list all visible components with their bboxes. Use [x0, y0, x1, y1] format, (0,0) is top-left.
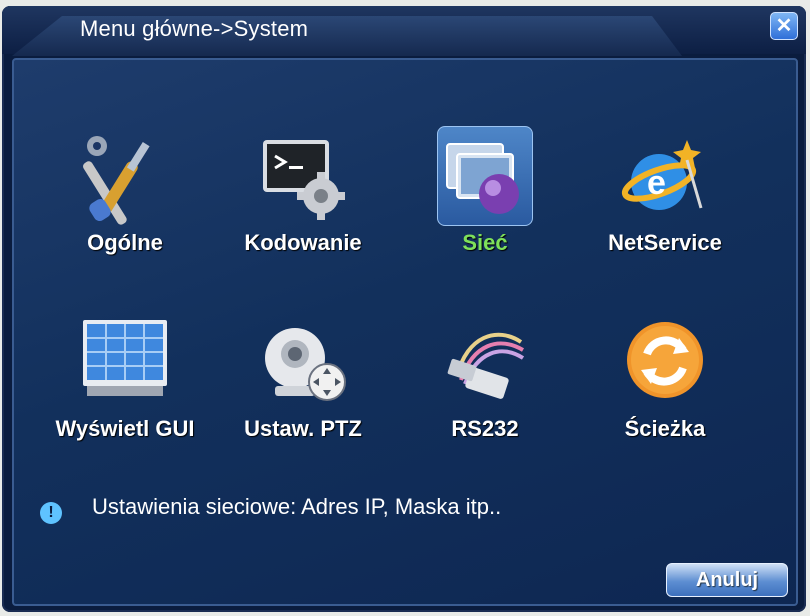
menu-item-netservice[interactable]: e NetService	[580, 130, 750, 280]
status-bar: ! Ustawienia sieciowe: Adres IP, Maska i…	[40, 494, 740, 534]
menu-item-label: Kodowanie	[244, 230, 362, 255]
menu-item-label: NetService	[608, 230, 722, 255]
menu-item-label: Ścieżka	[624, 416, 706, 441]
rs232-cable-icon	[437, 316, 533, 412]
close-button[interactable]: ✕	[770, 12, 798, 40]
menu-item-kodowanie[interactable]: Kodowanie	[218, 130, 388, 280]
menu-item-rs232[interactable]: RS232	[400, 316, 570, 466]
svg-text:e: e	[647, 164, 666, 202]
status-text: Ustawienia sieciowe: Adres IP, Maska itp…	[92, 494, 502, 519]
globe-service-icon: e	[617, 130, 713, 226]
terminal-gear-icon	[255, 130, 351, 226]
menu-item-siec[interactable]: Sieć	[400, 126, 570, 280]
window-title: Menu główne->System	[80, 16, 309, 41]
ptz-camera-icon	[255, 316, 351, 412]
menu-item-label: Ustaw. PTZ	[244, 416, 362, 441]
menu-item-sciezka[interactable]: Ścieżka	[580, 316, 750, 466]
display-grid-icon	[77, 316, 173, 412]
network-monitors-icon	[437, 130, 533, 226]
close-icon: ✕	[775, 15, 793, 37]
info-icon: !	[40, 502, 62, 524]
menu-item-ogolne[interactable]: Ogólne	[40, 130, 210, 280]
menu-item-wyswietl-gui[interactable]: Wyświetl GUI	[40, 316, 210, 466]
refresh-path-icon	[617, 316, 713, 412]
menu-item-label: Ogólne	[87, 230, 163, 255]
menu-item-label: Wyświetl GUI	[55, 416, 195, 441]
menu-item-ustaw-ptz[interactable]: Ustaw. PTZ	[218, 316, 388, 466]
menu-item-label: RS232	[451, 416, 519, 441]
menu-item-label: Sieć	[462, 230, 508, 255]
wrench-screwdriver-icon	[77, 130, 173, 226]
cancel-button[interactable]: Anuluj	[666, 563, 788, 597]
